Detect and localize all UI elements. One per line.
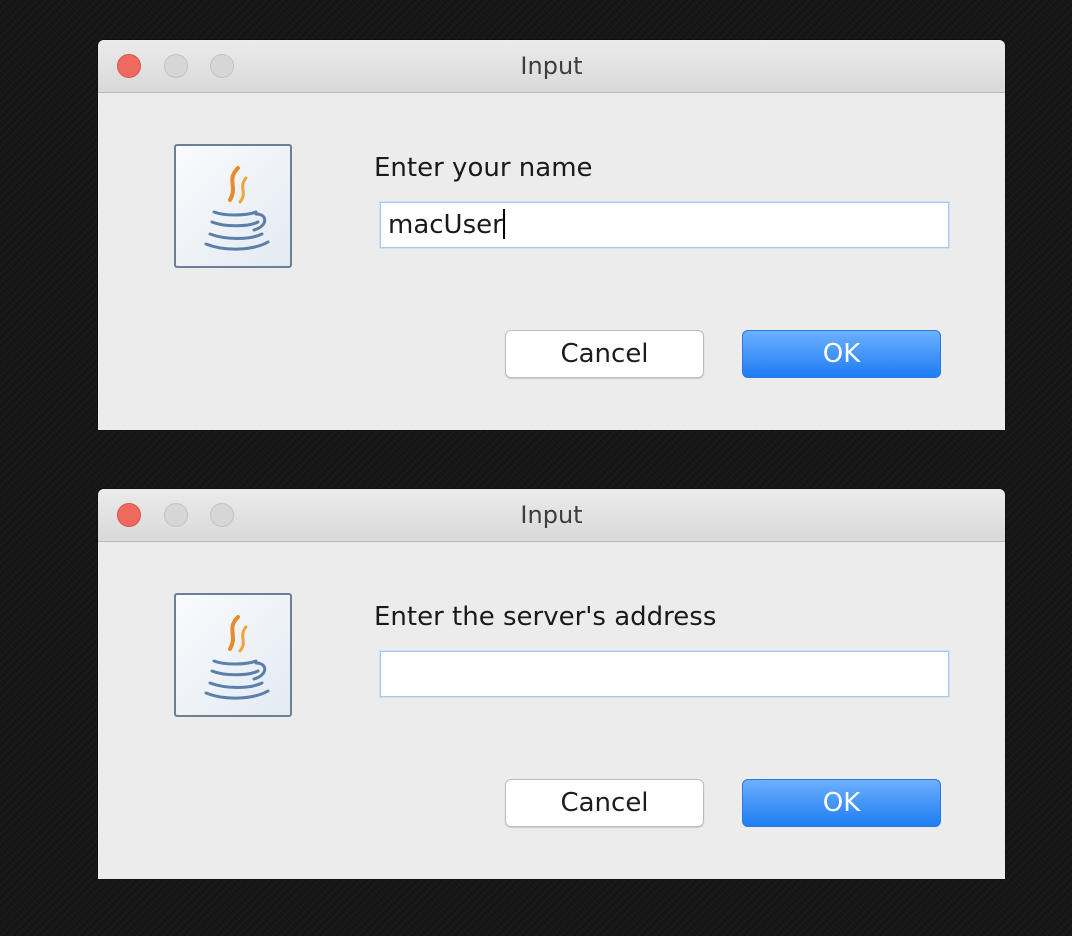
ok-button[interactable]: OK [742, 779, 941, 827]
name-input-field[interactable]: macUser [380, 202, 949, 248]
titlebar[interactable]: Input [98, 40, 1005, 93]
window-title: Input [520, 52, 583, 80]
prompt-label: Enter the server's address [374, 602, 717, 632]
window-title: Input [520, 501, 583, 529]
prompt-label: Enter your name [374, 153, 593, 183]
java-icon [174, 593, 292, 717]
text-caret [502, 209, 505, 239]
input-value: macUser [388, 210, 503, 240]
titlebar[interactable]: Input [98, 489, 1005, 542]
cancel-button[interactable]: Cancel [505, 779, 704, 827]
server-address-input-field[interactable] [380, 651, 949, 697]
server-address-dialog: Input Enter the server's address Cancel … [98, 489, 1005, 879]
java-icon [174, 144, 292, 268]
cancel-button[interactable]: Cancel [505, 330, 704, 378]
ok-button[interactable]: OK [742, 330, 941, 378]
name-input-dialog: Input Enter your name macUser Cancel OK [98, 40, 1005, 430]
